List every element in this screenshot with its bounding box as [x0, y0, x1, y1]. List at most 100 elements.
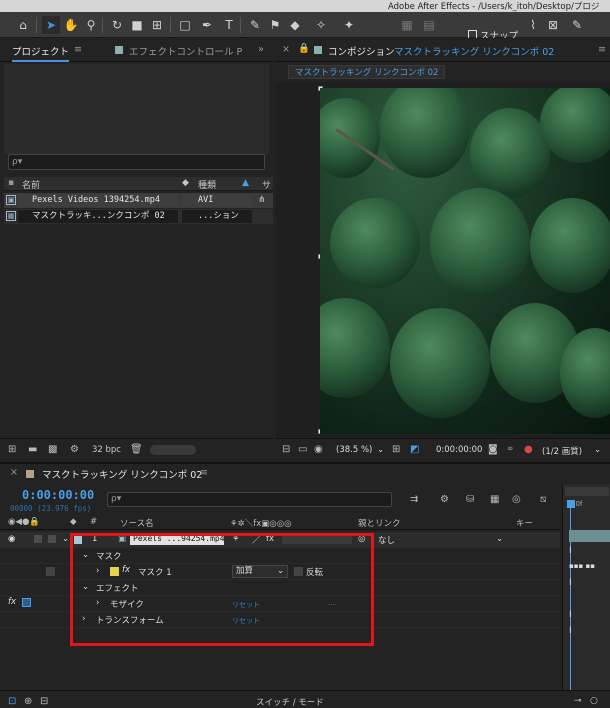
- home-icon[interactable]: ⌂: [14, 16, 32, 34]
- align-icon[interactable]: ▦: [398, 16, 416, 34]
- column-keys[interactable]: キー: [516, 517, 533, 529]
- column-size[interactable]: サ: [262, 178, 271, 191]
- distribute-icon[interactable]: ▤: [420, 16, 438, 34]
- in-out-toggle-icon[interactable]: ⊟: [40, 696, 48, 707]
- project-settings-icon[interactable]: ⚙: [70, 444, 79, 455]
- timeline-fps: 00000 (23.976 fps): [10, 504, 92, 513]
- selection-tool-icon[interactable]: ➤: [42, 16, 60, 34]
- column-name[interactable]: 名前: [22, 178, 40, 191]
- channel-icon[interactable]: ●: [524, 444, 533, 455]
- snapshot-icon[interactable]: ◙: [488, 444, 498, 455]
- toolbar-separator: [170, 17, 171, 33]
- rotate-tool-icon[interactable]: ↻: [108, 16, 126, 34]
- footage-forest-image: [320, 88, 610, 434]
- timeline-tab[interactable]: マスクトラッキング リンクコンポ 02: [42, 467, 202, 481]
- eraser-tool-icon[interactable]: ◆: [286, 16, 304, 34]
- preview-icon[interactable]: ⊟: [282, 444, 290, 455]
- mask-lock-toggle[interactable]: [46, 567, 55, 576]
- time-graph[interactable]: 00f I ▪▪▪ ▪▪ I I I: [562, 484, 610, 708]
- tab-project[interactable]: プロジェクト: [12, 44, 70, 62]
- motion-blur-icon[interactable]: ◎: [512, 494, 521, 505]
- parent-dropdown-icon[interactable]: ⌄: [496, 534, 503, 544]
- delete-icon[interactable]: 🗑: [130, 444, 143, 455]
- keyframe-marker-icon: I: [569, 610, 572, 620]
- panel-menu-icon[interactable]: ≡: [200, 467, 208, 478]
- hand-tool-icon[interactable]: ✋: [62, 16, 80, 34]
- tab-effect-controls[interactable]: エフェクトコントロール P: [129, 44, 242, 58]
- mask-visibility-icon[interactable]: ◩: [410, 444, 419, 455]
- new-folder-icon[interactable]: ▬: [28, 444, 37, 455]
- snap-grid-icon[interactable]: ⊠: [544, 16, 562, 34]
- zoom-out-icon[interactable]: ⊸: [574, 696, 582, 706]
- video-visibility-icon[interactable]: ◉: [8, 534, 15, 544]
- comp-viewer-tab[interactable]: マスクトラッキング リンクコンポ 02: [288, 65, 446, 79]
- tree: [390, 308, 490, 418]
- column-type[interactable]: 種類: [198, 178, 216, 191]
- effect-enable-checkbox[interactable]: [22, 598, 31, 607]
- close-icon[interactable]: ×: [282, 44, 290, 55]
- frame-blending-icon[interactable]: ▦: [490, 494, 499, 505]
- graph-editor-icon[interactable]: ⧅: [540, 494, 546, 505]
- vr-icon[interactable]: ◉: [314, 444, 323, 455]
- label-column-icon: ▪: [8, 178, 15, 188]
- thumbnail-slider[interactable]: [150, 445, 196, 455]
- roto-brush-tool-icon[interactable]: ✧: [312, 16, 330, 34]
- hide-shy-layers-icon[interactable]: ⛁: [466, 494, 474, 505]
- fx-toggle-icon[interactable]: fx: [8, 597, 16, 607]
- parent-dropdown[interactable]: なし: [378, 534, 395, 546]
- transfer-controls-icon[interactable]: ⊕: [24, 696, 32, 707]
- zoom-dropdown-icon[interactable]: ⌄: [377, 445, 384, 455]
- resolution-dropdown-icon[interactable]: ⌄: [594, 445, 601, 455]
- brush-tool-icon[interactable]: ✎: [246, 16, 264, 34]
- tree: [330, 198, 420, 288]
- monitor-icon[interactable]: ▭: [298, 444, 307, 455]
- solo-toggle[interactable]: [34, 535, 42, 543]
- rectangle-tool-icon[interactable]: □: [176, 16, 194, 34]
- timeline-current-time[interactable]: 0:00:00:00: [22, 488, 94, 502]
- pan-behind-tool-icon[interactable]: ⊞: [148, 16, 166, 34]
- grid-icon[interactable]: ⊞: [392, 444, 400, 455]
- zoom-slider-knob[interactable]: ○: [590, 696, 598, 706]
- close-icon[interactable]: ×: [10, 467, 18, 478]
- snap-options-icon[interactable]: ⌇: [524, 16, 542, 34]
- puppet-pin-tool-icon[interactable]: ✦: [340, 16, 358, 34]
- pen-tool-icon[interactable]: ✒: [198, 16, 216, 34]
- project-row-comp[interactable]: ▦ マスクトラッキ...ンクコンポ 02 ...ション: [4, 209, 273, 224]
- text-tool-icon[interactable]: T: [220, 16, 238, 34]
- playhead-handle[interactable]: [567, 500, 575, 508]
- snap-pen-icon[interactable]: ✎: [568, 16, 586, 34]
- tab-composition-name[interactable]: マスクトラッキング リンクコンポ 02: [394, 44, 554, 58]
- zoom-tool-icon[interactable]: ⚲: [82, 16, 100, 34]
- show-snapshot-icon[interactable]: ⚭: [506, 444, 514, 455]
- comp-mini-flowchart-icon[interactable]: ⇉: [410, 494, 418, 505]
- clone-stamp-tool-icon[interactable]: ⚑: [266, 16, 284, 34]
- column-source-name[interactable]: ソース名: [120, 517, 154, 529]
- project-search-input[interactable]: ρ▾: [8, 154, 265, 170]
- current-time[interactable]: 0:00:00:00: [436, 445, 482, 455]
- camera-tool-icon[interactable]: ■: [128, 16, 146, 34]
- resolution-dropdown[interactable]: (1/2 画質): [542, 445, 582, 457]
- panel-menu-icon[interactable]: ≡: [598, 44, 606, 55]
- layer-duration-bar[interactable]: [569, 530, 610, 542]
- switches-modes-toggle[interactable]: スイッチ / モード: [256, 696, 324, 708]
- sort-ascending-icon[interactable]: ▲: [242, 178, 249, 188]
- panel-overflow-icon[interactable]: »: [258, 44, 264, 55]
- work-area-bar[interactable]: [565, 487, 609, 496]
- panel-menu-icon[interactable]: ≡: [74, 44, 82, 55]
- layer-switches-toggle-icon[interactable]: ⊡: [8, 696, 16, 707]
- project-row-footage[interactable]: ▣ Pexels Videos 1394254.mp4 AVI ⋔: [4, 193, 273, 208]
- project-item-type: AVI: [182, 194, 252, 207]
- flowchart-icon[interactable]: ⋔: [258, 195, 266, 205]
- new-composition-icon[interactable]: ▩: [48, 444, 57, 455]
- tab-composition-label[interactable]: コンポジション: [328, 44, 395, 58]
- zoom-level[interactable]: (38.5 %): [336, 445, 372, 455]
- lock-icon[interactable]: 🔒: [298, 43, 310, 54]
- timeline-search-input[interactable]: ρ▾: [107, 492, 392, 507]
- lock-toggle[interactable]: [48, 535, 56, 543]
- composition-viewer[interactable]: [276, 82, 610, 438]
- expand-layer-icon[interactable]: ⌄: [62, 534, 69, 544]
- interpret-footage-icon[interactable]: ⊞: [8, 444, 16, 455]
- column-parent[interactable]: 親とリンク: [358, 517, 401, 529]
- bit-depth-button[interactable]: 32 bpc: [92, 445, 121, 455]
- draft-3d-icon[interactable]: ⚙: [440, 494, 449, 505]
